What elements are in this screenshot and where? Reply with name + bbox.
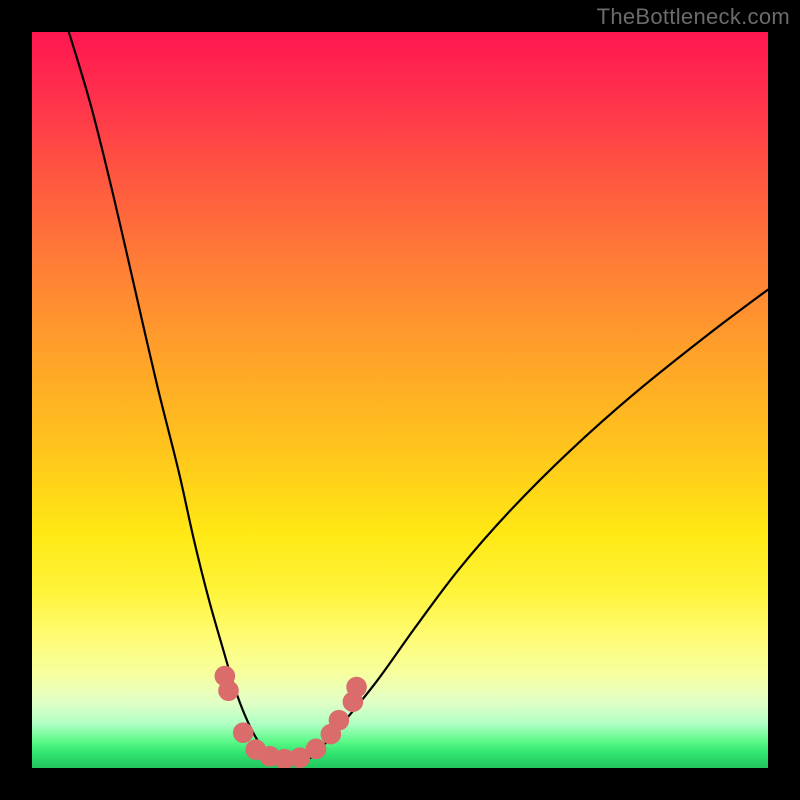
data-marker — [306, 739, 327, 760]
data-marker — [346, 677, 367, 698]
marker-group — [215, 666, 367, 768]
chart-container: TheBottleneck.com — [0, 0, 800, 800]
data-marker — [233, 722, 254, 743]
curve-overlay — [32, 32, 768, 768]
curve-right-branch — [297, 290, 768, 765]
watermark-text: TheBottleneck.com — [597, 4, 790, 30]
curve-left-branch — [69, 32, 297, 764]
data-marker — [218, 680, 239, 701]
data-marker — [329, 710, 350, 731]
plot-area — [32, 32, 768, 768]
